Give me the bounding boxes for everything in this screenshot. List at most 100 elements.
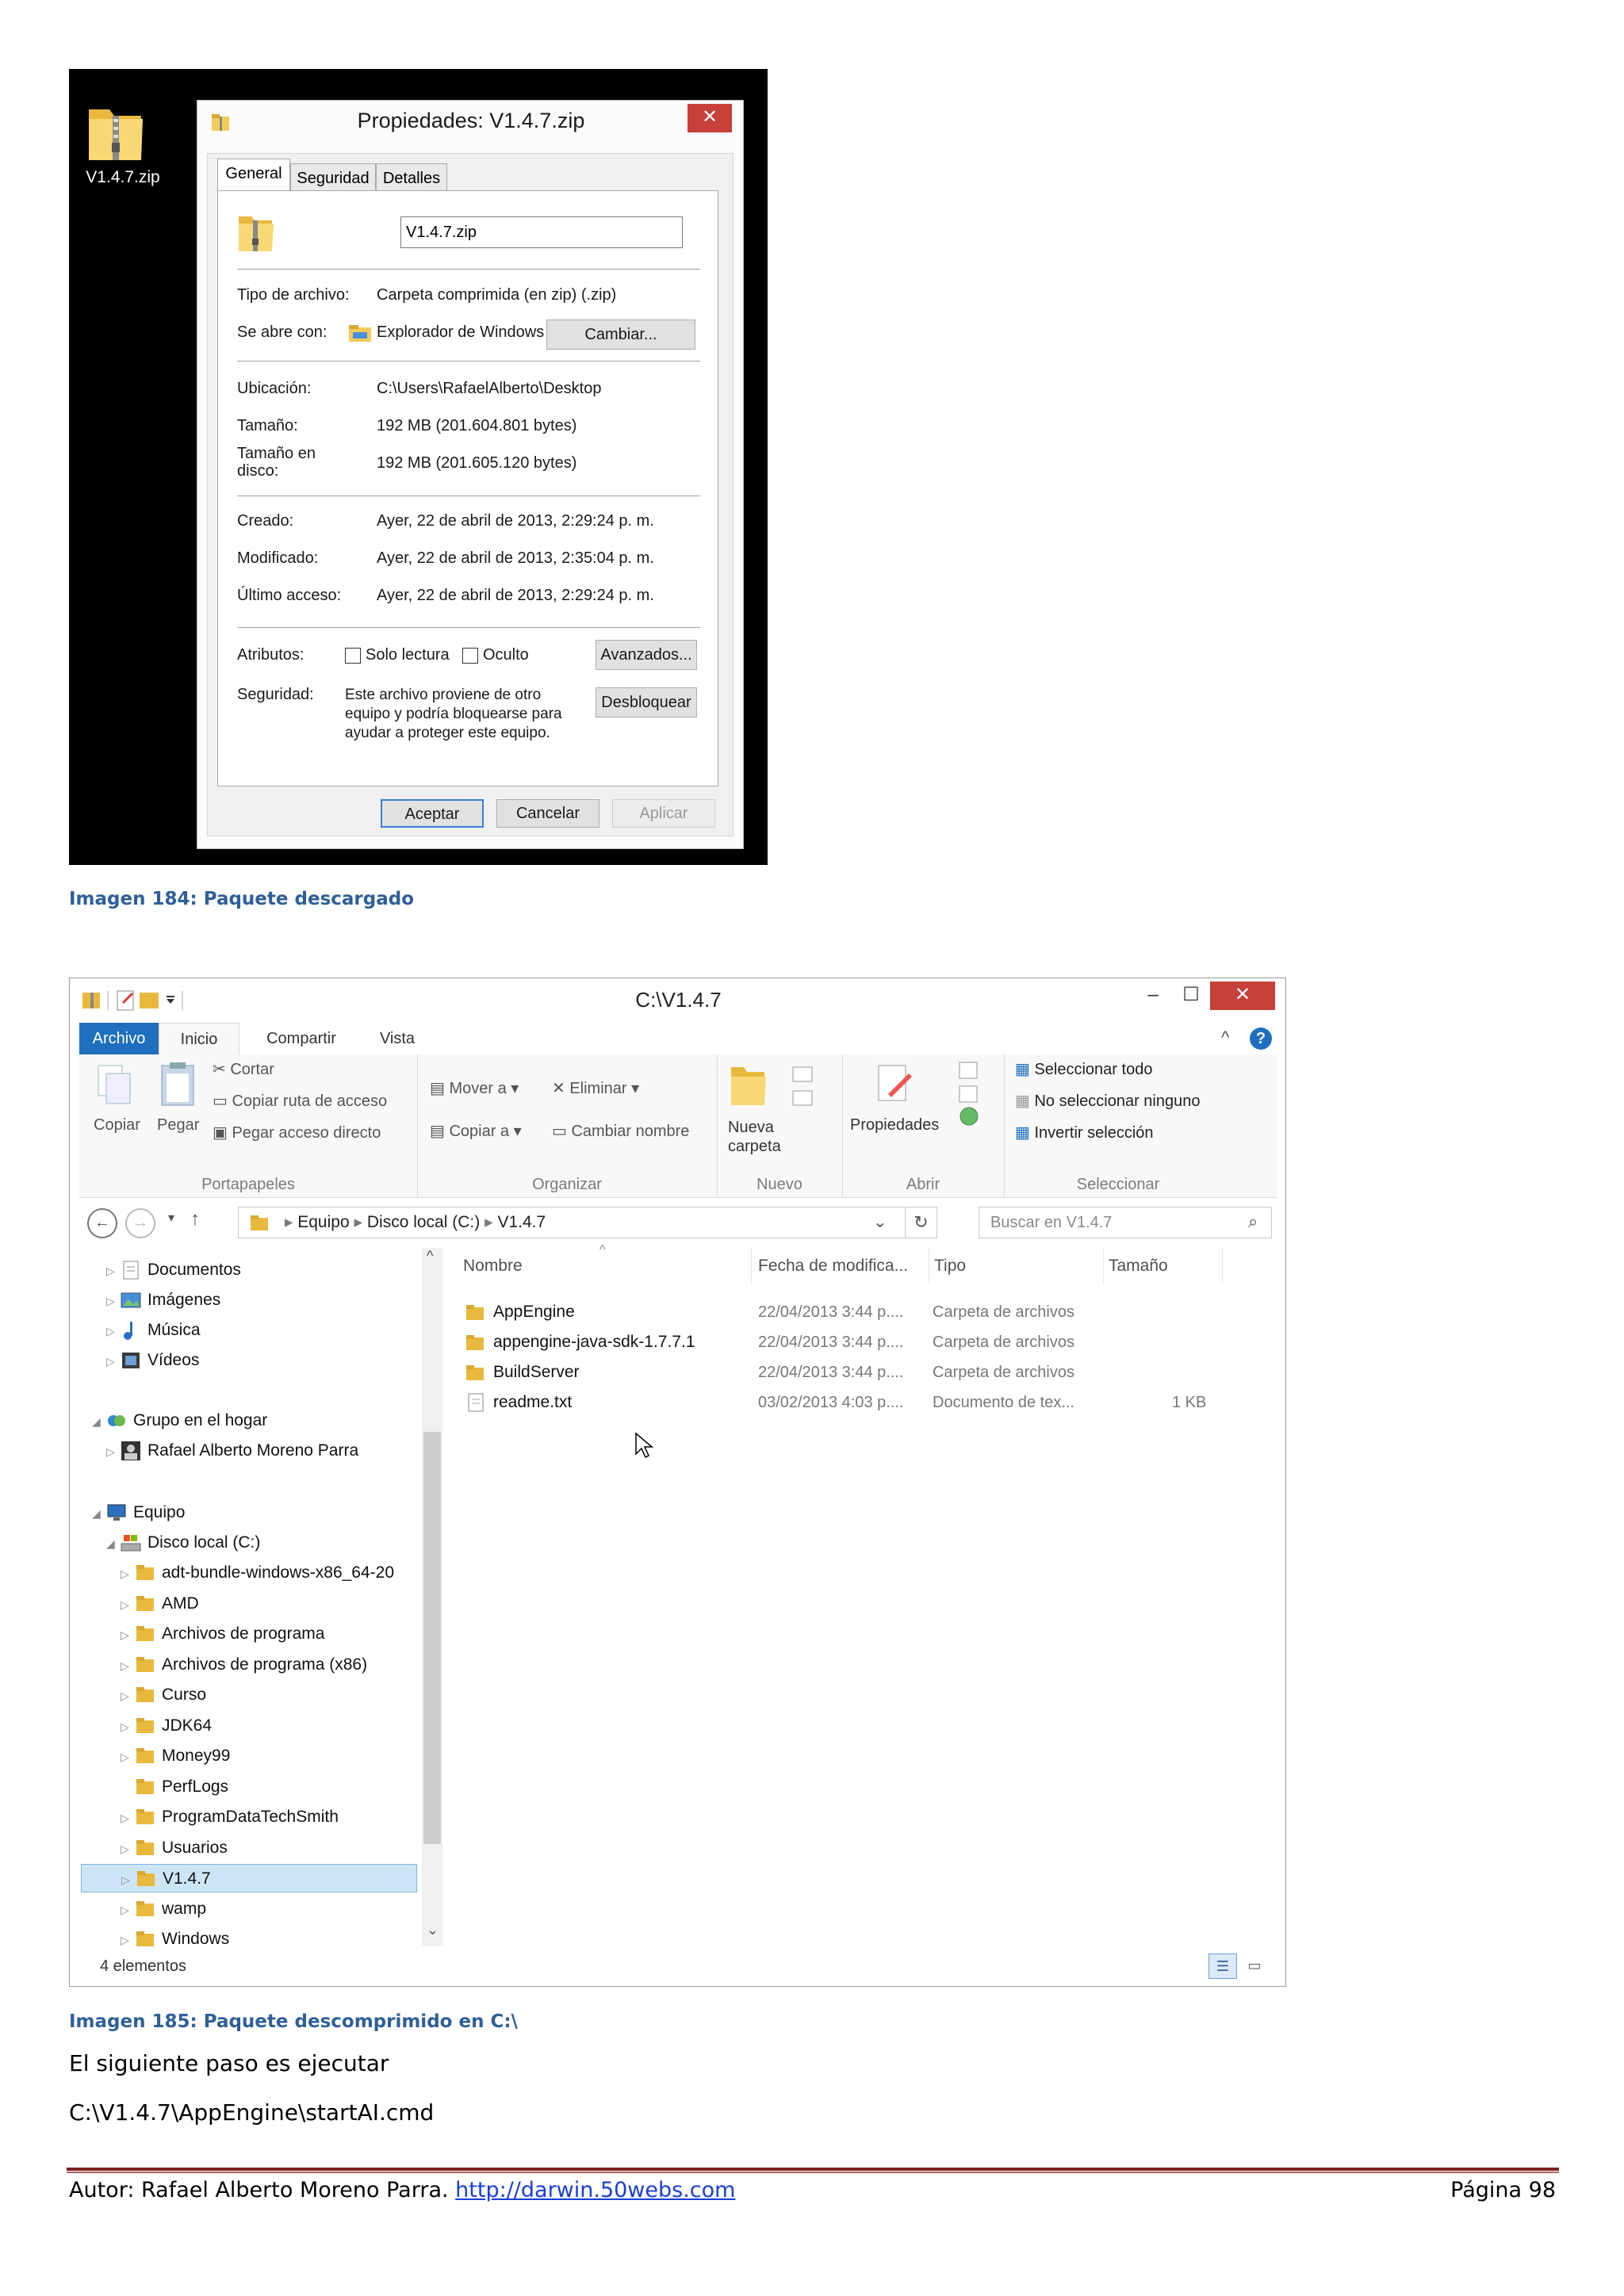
nav-item-folder[interactable]: PerfLogs: [81, 1773, 417, 1801]
table-row[interactable]: AppEngine 22/04/2013 3:44 p.... Carpeta …: [458, 1297, 1251, 1327]
nav-item-folder[interactable]: ▷ Curso: [81, 1681, 417, 1709]
tab-seguridad[interactable]: Seguridad: [290, 163, 376, 192]
expand-icon[interactable]: ▷: [121, 1926, 135, 1954]
expand-icon[interactable]: ▷: [121, 1682, 135, 1709]
nav-item-folder[interactable]: ▷ Windows: [81, 1925, 417, 1954]
details-view-icon[interactable]: ☰: [1208, 1954, 1237, 1979]
pegar-acceso-button[interactable]: ▣ Pegar acceso directo: [213, 1123, 381, 1142]
desbloquear-button[interactable]: Desbloquear: [596, 687, 697, 718]
column-fecha[interactable]: Fecha de modifica...: [753, 1248, 929, 1284]
nav-item-grupo-hogar[interactable]: ◢ Grupo en el hogar: [92, 1406, 267, 1435]
open-icons[interactable]: [955, 1059, 990, 1135]
minimize-button[interactable]: –: [1131, 982, 1175, 1010]
close-button[interactable]: ✕: [1210, 982, 1275, 1010]
nav-item-folder[interactable]: ▷ Money99: [81, 1742, 417, 1770]
oculto-checkbox[interactable]: [462, 648, 478, 664]
aceptar-button[interactable]: Aceptar: [381, 799, 484, 828]
breadcrumb-disco[interactable]: Disco local (C:): [367, 1213, 480, 1231]
address-bar[interactable]: ▸ Equipo ▸ Disco local (C:) ▸ V1.4.7 ⌄: [238, 1207, 906, 1238]
cortar-button[interactable]: ✂ Cortar: [213, 1059, 274, 1079]
music-icon: [124, 1322, 132, 1341]
cambiar-button[interactable]: Cambiar...: [546, 320, 695, 350]
tab-inicio[interactable]: Inicio: [159, 1023, 239, 1054]
new-item-icon[interactable]: [788, 1064, 823, 1115]
help-icon[interactable]: ?: [1250, 1027, 1272, 1050]
expand-icon[interactable]: ▷: [121, 1651, 135, 1679]
tab-vista[interactable]: Vista: [362, 1023, 433, 1054]
pegar-button[interactable]: Pegar: [157, 1116, 199, 1135]
table-row[interactable]: appengine-java-sdk-1.7.7.1 22/04/2013 3:…: [458, 1327, 1251, 1357]
nav-item-folder[interactable]: ▷ ProgramDataTechSmith: [81, 1803, 417, 1831]
propiedades-button[interactable]: Propiedades: [850, 1116, 939, 1135]
expand-icon[interactable]: ▷: [121, 1621, 135, 1648]
nav-item-musica[interactable]: ▷ Música: [106, 1316, 201, 1345]
expand-icon[interactable]: ▷: [121, 1712, 135, 1740]
expand-icon[interactable]: ▷: [121, 1590, 135, 1618]
expand-icon[interactable]: ▷: [121, 1559, 135, 1587]
tab-general[interactable]: General: [217, 159, 290, 192]
solo-lectura-checkbox[interactable]: [345, 648, 361, 664]
zip-folder-icon[interactable]: [86, 100, 146, 163]
mover-button[interactable]: ▤ Mover a ▾: [430, 1078, 519, 1098]
nav-scroll-thumb[interactable]: [423, 1432, 441, 1844]
close-button[interactable]: ✕: [688, 104, 732, 132]
recent-locations-icon[interactable]: ▾: [168, 1210, 174, 1226]
acceso-label: Último acceso:: [237, 587, 342, 604]
large-icons-view-icon[interactable]: ▭: [1240, 1954, 1269, 1979]
tab-compartir[interactable]: Compartir: [246, 1023, 357, 1054]
eliminar-button[interactable]: ✕ Eliminar ▾: [552, 1078, 639, 1098]
expand-icon[interactable]: ▷: [121, 1743, 135, 1770]
breadcrumb-folder[interactable]: V1.4.7: [497, 1213, 546, 1231]
nav-item-folder[interactable]: ▷ Usuarios: [81, 1834, 417, 1862]
copiar-a-button[interactable]: ▤ Copiar a ▾: [430, 1121, 522, 1141]
nav-item-usuario[interactable]: ▷ Rafael Alberto Moreno Parra: [106, 1437, 358, 1465]
up-icon[interactable]: ↑: [190, 1208, 200, 1230]
nav-item-folder[interactable]: ▷ Archivos de programa: [81, 1620, 417, 1648]
maximize-button[interactable]: ☐: [1175, 982, 1207, 1010]
address-dropdown-icon[interactable]: ⌄: [873, 1207, 887, 1238]
nav-item-folder[interactable]: ▷ V1.4.7: [81, 1864, 417, 1892]
nav-item-imagenes[interactable]: ▷ Imágenes: [106, 1286, 220, 1314]
scroll-up-icon[interactable]: ^: [427, 1248, 433, 1265]
avanzados-button[interactable]: Avanzados...: [596, 640, 697, 670]
nav-item-disco-local[interactable]: ◢ Disco local (C:): [106, 1529, 260, 1557]
nav-item-folder[interactable]: ▷ wamp: [81, 1895, 417, 1923]
search-input[interactable]: Buscar en V1.4.7: [979, 1207, 1272, 1238]
no-seleccionar-button[interactable]: ▦ No seleccionar ninguno: [1015, 1091, 1200, 1111]
cancelar-button[interactable]: Cancelar: [496, 799, 599, 828]
expand-icon[interactable]: ▷: [121, 1866, 136, 1892]
back-icon[interactable]: ←: [87, 1208, 117, 1238]
scroll-down-icon[interactable]: ⌄: [427, 1922, 439, 1938]
filename-field[interactable]: V1.4.7.zip: [400, 216, 683, 248]
table-row[interactable]: readme.txt 03/02/2013 4:03 p.... Documen…: [458, 1387, 1251, 1418]
footer-link[interactable]: http://darwin.50webs.com: [455, 2178, 735, 2202]
copiar-ruta-button[interactable]: ▭ Copiar ruta de acceso: [213, 1091, 387, 1111]
nav-label: Usuarios: [162, 1838, 228, 1857]
column-tipo[interactable]: Tipo: [929, 1248, 1104, 1284]
table-row[interactable]: BuildServer 22/04/2013 3:44 p.... Carpet…: [458, 1357, 1251, 1387]
nav-item-folder[interactable]: ▷ JDK64: [81, 1712, 417, 1740]
nav-item-folder[interactable]: ▷ Archivos de programa (x86): [81, 1651, 417, 1679]
expand-icon[interactable]: ▷: [121, 1835, 135, 1862]
search-icon[interactable]: ⌕: [1248, 1211, 1258, 1232]
expand-icon[interactable]: ▷: [121, 1804, 135, 1831]
expand-icon[interactable]: ▷: [121, 1896, 135, 1923]
column-tamano[interactable]: Tamaño: [1104, 1248, 1223, 1284]
forward-icon[interactable]: →: [125, 1208, 155, 1238]
breadcrumb-equipo[interactable]: Equipo: [297, 1213, 349, 1231]
nav-item-equipo[interactable]: ◢ Equipo: [92, 1498, 185, 1527]
collapse-ribbon-icon[interactable]: ^: [1221, 1027, 1229, 1048]
nav-item-folder[interactable]: ▷ AMD: [81, 1590, 417, 1618]
seleccionar-todo-button[interactable]: ▦ Seleccionar todo: [1015, 1059, 1152, 1079]
nav-item-videos[interactable]: ▷ Vídeos: [106, 1346, 199, 1375]
tab-detalles[interactable]: Detalles: [376, 163, 447, 192]
invertir-seleccion-button[interactable]: ▦ Invertir selección: [1015, 1123, 1154, 1142]
nav-item-folder[interactable]: ▷ adt-bundle-windows-x86_64-20: [81, 1559, 417, 1587]
nueva-carpeta-button[interactable]: Nueva carpeta: [728, 1118, 781, 1156]
cambiar-nombre-button[interactable]: ▭ Cambiar nombre: [552, 1121, 689, 1141]
aplicar-button[interactable]: Aplicar: [612, 799, 715, 828]
tab-archivo[interactable]: Archivo: [79, 1023, 159, 1054]
refresh-icon[interactable]: ↻: [906, 1207, 937, 1238]
nav-item-documentos[interactable]: ▷ Documentos: [106, 1256, 241, 1284]
copiar-button[interactable]: Copiar: [94, 1116, 140, 1135]
